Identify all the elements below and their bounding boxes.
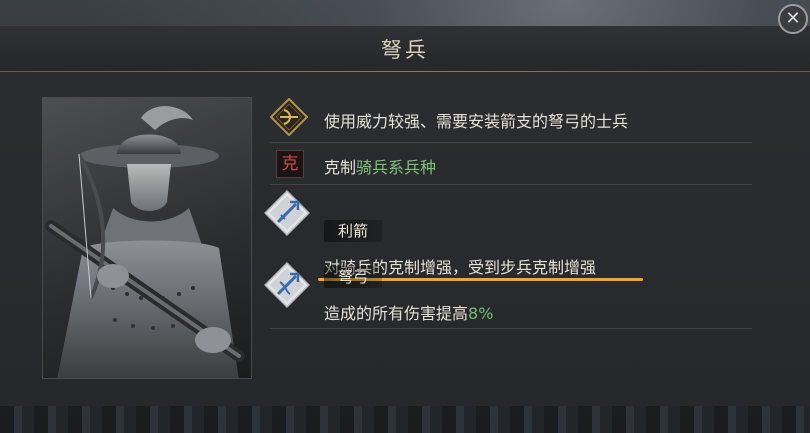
dialog-title: 弩兵 bbox=[381, 37, 429, 62]
close-icon: ✕ bbox=[785, 8, 801, 29]
counter-target: 骑兵系兵种 bbox=[356, 158, 437, 177]
battlefield-bottom-strip bbox=[0, 403, 810, 433]
counter-line: 克制骑兵系兵种 bbox=[324, 154, 436, 178]
crossbow-skill-icon bbox=[264, 262, 310, 308]
skill-row-sharp-arrow[interactable]: 利箭 对骑兵的克制增强，受到步兵克制增强 bbox=[264, 186, 752, 277]
unit-counter-row: 克 克制骑兵系兵种 bbox=[270, 146, 752, 182]
crossbow-unit-icon bbox=[270, 98, 308, 136]
dialog-title-bar: 弩兵 bbox=[0, 26, 810, 72]
row-divider bbox=[270, 184, 752, 185]
title-divider bbox=[0, 71, 810, 72]
skill-effect-prefix: 造成的所有伤害提高 bbox=[324, 304, 469, 323]
skill-name-tag: 弩弓 bbox=[324, 266, 383, 288]
unit-info-dialog: 弩兵 使用威力较强、需要安装箭支的弩弓的士兵 克 克制骑兵系兵种 利箭 对骑兵的… bbox=[0, 26, 810, 406]
skill-effect: 造成的所有伤害提高8% bbox=[324, 300, 493, 324]
row-divider bbox=[270, 328, 752, 329]
skill-name: 利箭 bbox=[338, 222, 369, 240]
skill-name-tag: 利箭 bbox=[324, 220, 383, 242]
unit-portrait bbox=[42, 97, 252, 379]
counter-badge-icon: 克 bbox=[276, 150, 304, 178]
counter-prefix: 克制 bbox=[324, 158, 357, 177]
counter-badge-text: 克 bbox=[281, 154, 299, 174]
skill-effect-value: 8% bbox=[468, 304, 494, 323]
skill-row-crossbow[interactable]: 弩弓 造成的所有伤害提高8% bbox=[264, 258, 752, 328]
close-button[interactable]: ✕ bbox=[778, 4, 808, 34]
unit-description-row: 使用威力较强、需要安装箭支的弩弓的士兵 bbox=[270, 98, 752, 140]
crossbowman-illustration bbox=[45, 106, 245, 378]
unit-description: 使用威力较强、需要安装箭支的弩弓的士兵 bbox=[324, 112, 629, 131]
arrow-skill-icon bbox=[264, 190, 310, 236]
row-divider bbox=[270, 142, 752, 143]
skill-name: 弩弓 bbox=[338, 268, 369, 286]
